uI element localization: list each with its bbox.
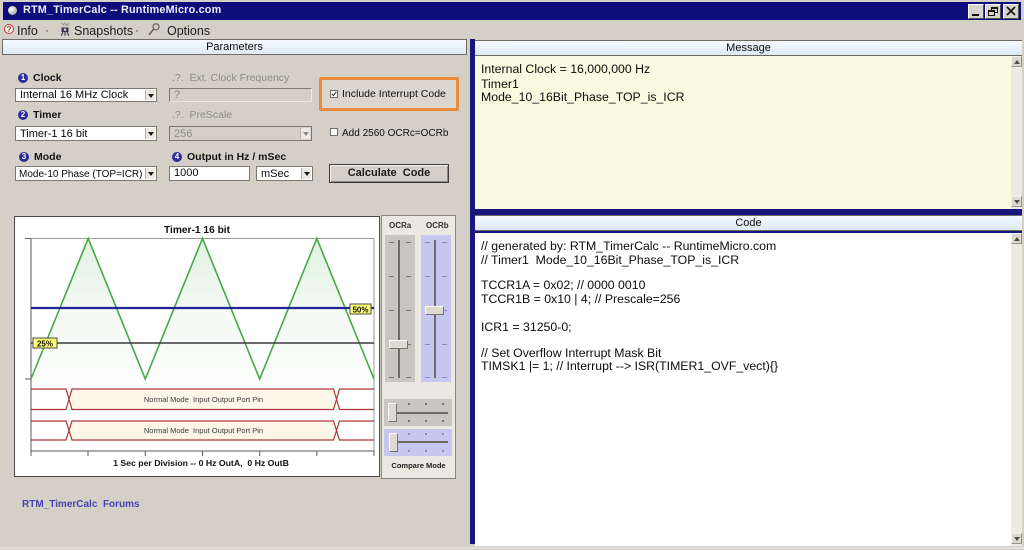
svg-text:1 Sec per Division -- 0 Hz Out: 1 Sec per Division -- 0 Hz OutA, 0 Hz Ou… [113, 458, 289, 468]
svg-text:Timer-1 16 bit: Timer-1 16 bit [164, 225, 231, 236]
svg-text:Normal Mode Input Output Port: Normal Mode Input Output Port Pin [144, 395, 263, 404]
svg-text:Normal Mode Input Output Port: Normal Mode Input Output Port Pin [144, 426, 263, 435]
svg-text:25%: 25% [37, 340, 53, 349]
svg-text:50%: 50% [352, 306, 368, 315]
